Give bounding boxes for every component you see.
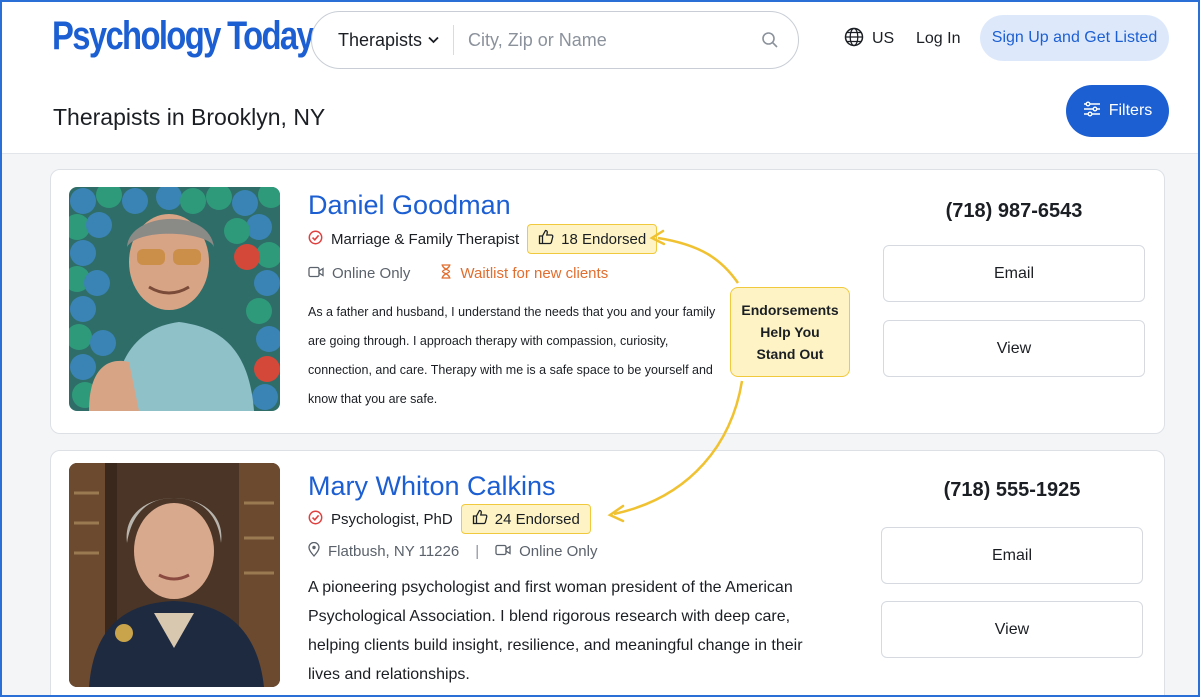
globe-icon xyxy=(844,27,864,52)
therapist-photo[interactable] xyxy=(69,463,280,687)
thumbs-up-icon xyxy=(538,229,554,249)
therapist-photo[interactable] xyxy=(69,187,280,411)
therapist-credentials: Marriage & Family Therapist 18 Endorsed xyxy=(308,224,658,254)
therapist-bio: A pioneering psychologist and first woma… xyxy=(308,579,803,683)
page-title: Therapists in Brooklyn, NY xyxy=(53,104,326,130)
search-type-dropdown[interactable]: Therapists xyxy=(312,25,455,55)
therapist-phone[interactable]: (718) 987-6543 xyxy=(883,200,1145,223)
therapist-availability: Online Only Waitlist for new clients xyxy=(308,264,608,283)
chevron-down-icon xyxy=(428,35,439,47)
sliders-icon xyxy=(1083,101,1101,122)
view-button[interactable]: View xyxy=(883,320,1145,377)
endorsement-count: 18 Endorsed xyxy=(561,230,647,248)
therapist-card[interactable]: Mary Whiton Calkins Psychologist, PhD 24… xyxy=(50,450,1165,695)
session-mode: Online Only xyxy=(332,265,411,282)
locale-label: US xyxy=(872,30,895,47)
verified-check-icon xyxy=(308,230,323,249)
therapist-credentials: Psychologist, PhD 24 Endorsed xyxy=(308,504,591,534)
therapist-bio: As a father and husband, I understand th… xyxy=(308,305,716,406)
search-icon[interactable] xyxy=(742,31,798,49)
separator: | xyxy=(475,543,480,560)
callout-line-1: Endorsements xyxy=(741,302,839,318)
endorsement-count: 24 Endorsed xyxy=(494,510,580,528)
top-bar: Psychology Today Therapists US Log In Si… xyxy=(2,2,1198,154)
endorsement-badge[interactable]: 24 Endorsed xyxy=(460,504,591,534)
email-button[interactable]: Email xyxy=(881,527,1143,584)
logo[interactable]: Psychology Today xyxy=(52,14,315,59)
therapist-card[interactable]: Daniel Goodman Marriage & Family Therapi… xyxy=(50,169,1165,434)
therapist-name[interactable]: Mary Whiton Calkins xyxy=(308,471,556,502)
email-button[interactable]: Email xyxy=(883,245,1145,302)
therapist-availability: Flatbush, NY 11226 | Online Only xyxy=(308,541,598,561)
therapist-name[interactable]: Daniel Goodman xyxy=(308,190,511,221)
view-button[interactable]: View xyxy=(881,601,1143,658)
session-mode: Online Only xyxy=(519,543,598,560)
hourglass-icon xyxy=(440,264,452,283)
callout-line-3: Stand Out xyxy=(756,346,824,362)
video-icon xyxy=(495,543,511,560)
therapist-title: Psychologist, PhD xyxy=(331,510,453,528)
endorsement-callout: Endorsements Help You Stand Out xyxy=(730,287,850,377)
filters-label: Filters xyxy=(1108,102,1153,119)
therapist-location: Flatbush, NY 11226 xyxy=(328,543,460,560)
app-frame: Psychology Today Therapists US Log In Si… xyxy=(0,0,1200,697)
therapist-title: Marriage & Family Therapist xyxy=(331,230,520,248)
callout-line-2: Help You xyxy=(760,324,820,340)
waitlist-status: Waitlist for new clients xyxy=(460,265,609,282)
video-icon xyxy=(308,265,324,282)
signup-button[interactable]: Sign Up and Get Listed xyxy=(980,15,1169,61)
filters-button[interactable]: Filters xyxy=(1066,85,1169,137)
location-pin-icon xyxy=(308,541,320,561)
therapist-phone[interactable]: (718) 555-1925 xyxy=(881,479,1143,502)
thumbs-up-icon xyxy=(472,509,488,529)
search-bar: Therapists xyxy=(311,11,799,69)
locale-selector[interactable]: US xyxy=(844,26,894,52)
search-type-label: Therapists xyxy=(338,29,423,50)
search-input[interactable] xyxy=(454,12,742,68)
endorsement-badge[interactable]: 18 Endorsed xyxy=(527,224,658,254)
verified-check-icon xyxy=(308,510,323,529)
login-link[interactable]: Log In xyxy=(916,30,960,48)
